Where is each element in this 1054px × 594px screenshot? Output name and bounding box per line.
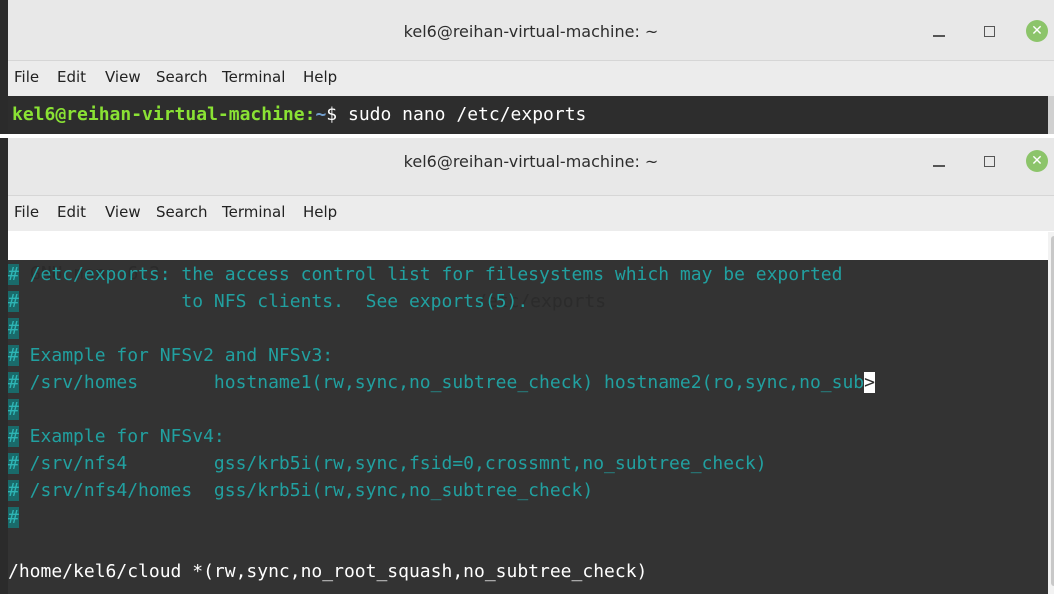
comment-hash: # [8,318,19,339]
menu-edit[interactable]: Edit [57,203,86,221]
maximize-icon[interactable] [976,148,1002,174]
editor-line: # /srv/nfs4 gss/krb5i(rw,sync,fsid=0,cro… [8,450,767,477]
line-text: /srv/homes hostname1(rw,sync,no_subtree_… [18,372,865,393]
editor-line: # Example for NFSv2 and NFSv3: [8,342,333,369]
command-text: sudo nano /etc/exports [347,104,587,125]
terminal-output[interactable]: kel6@reihan-virtual-machine:~$ sudo nano… [8,96,1048,134]
menu-help[interactable]: Help [303,203,337,221]
export-line: /home/kel6/cloud *(rw,sync,no_root_squas… [8,561,648,582]
minimize-icon[interactable] [926,18,952,44]
prompt-user: kel6@reihan-virtual-machine [12,104,305,125]
editor-line: # [8,315,19,342]
nano-header-bar: GNU nano 6.2 /etc/exports [8,232,1048,312]
scrollbar[interactable] [1048,96,1054,134]
editor-line: # [8,504,19,531]
close-icon[interactable]: ✕ [1024,148,1050,174]
menu-view[interactable]: View [105,203,141,221]
prompt-path: ~ [315,104,327,125]
comment-hash: # [8,345,19,366]
comment-hash: # [8,480,19,501]
line-text: /srv/nfs4 gss/krb5i(rw,sync,fsid=0,cross… [18,453,767,474]
prompt-separator: : [304,104,316,125]
close-icon[interactable]: ✕ [1024,18,1050,44]
comment-hash: # [8,399,19,420]
comment-hash: # [8,453,19,474]
comment-hash: # [8,372,19,393]
window-title: kel6@reihan-virtual-machine: ~ [403,152,659,171]
nano-editor[interactable]: GNU nano 6.2 /etc/exports # /etc/exports… [8,232,1048,594]
window-title: kel6@reihan-virtual-machine: ~ [403,22,659,41]
menu-edit[interactable]: Edit [57,68,86,86]
menu-help[interactable]: Help [303,68,337,86]
overflow-marker: > [864,372,875,393]
comment-hash: # [8,426,19,447]
menu-file[interactable]: File [14,203,39,221]
editor-line: # /srv/nfs4/homes gss/krb5i(rw,sync,no_s… [8,477,593,504]
comment-hash: # [8,507,19,528]
window-left-edge [0,0,8,134]
menu-file[interactable]: File [14,68,39,86]
editor-line: # to NFS clients. See exports(5). [8,288,528,315]
title-bar[interactable]: kel6@reihan-virtual-machine: ~ ✕ [8,0,1054,61]
comment-hash: # [8,264,19,285]
menu-bar: File Edit View Search Terminal Help [8,61,1054,96]
line-text: /etc/exports: the access control list fo… [18,264,843,285]
editor-line: # Example for NFSv4: [8,423,225,450]
editor-line: # /etc/exports: the access control list … [8,261,842,288]
title-bar[interactable]: kel6@reihan-virtual-machine: ~ ✕ [8,138,1054,196]
prompt-symbol: $ [326,104,348,125]
line-text: to NFS clients. See exports(5). [18,291,529,312]
menu-terminal[interactable]: Terminal [222,68,285,86]
comment-hash: # [8,291,19,312]
terminal-window-top: kel6@reihan-virtual-machine: ~ ✕ File Ed… [0,0,1054,134]
menu-terminal[interactable]: Terminal [222,203,285,221]
minimize-icon[interactable] [926,148,952,174]
menu-bar: File Edit View Search Terminal Help [8,196,1054,231]
editor-line: # [8,396,19,423]
window-left-edge [0,138,8,594]
menu-search[interactable]: Search [156,203,208,221]
terminal-window-bottom: kel6@reihan-virtual-machine: ~ ✕ File Ed… [0,138,1054,594]
scrollbar[interactable] [1048,232,1054,594]
menu-search[interactable]: Search [156,68,208,86]
menu-view[interactable]: View [105,68,141,86]
editor-line: # /srv/homes hostname1(rw,sync,no_subtre… [8,369,875,396]
line-text: Example for NFSv2 and NFSv3: [18,345,334,366]
line-text: /srv/nfs4/homes gss/krb5i(rw,sync,no_sub… [18,480,594,501]
maximize-icon[interactable] [976,18,1002,44]
line-text: Example for NFSv4: [18,426,225,447]
